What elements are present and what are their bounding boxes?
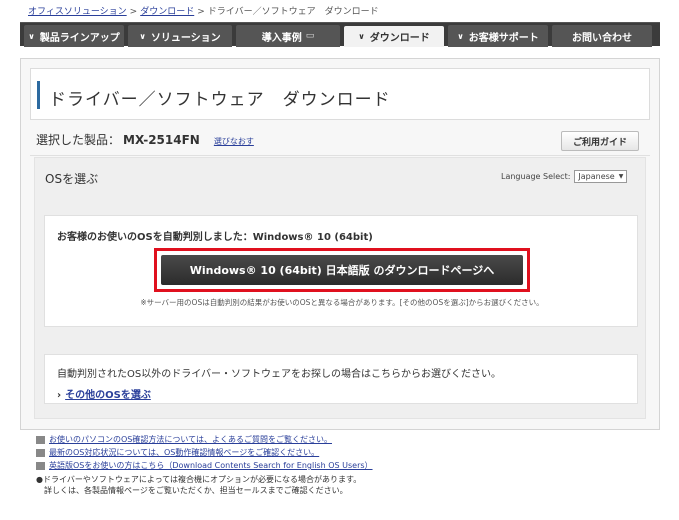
- other-os-box: 自動判別されたOS以外のドライバー・ソフトウェアをお探しの場合はこちらからお選び…: [44, 354, 638, 404]
- tab-products[interactable]: ∨ 製品ラインアップ: [24, 25, 124, 47]
- tab-label: お客様サポート: [468, 32, 539, 44]
- server-os-note: ※サーバー用のOSは自動判別の結果がお使いのOSと異なる場合があります。[その他…: [140, 298, 544, 307]
- reselect-link[interactable]: 選びなおす: [214, 137, 254, 146]
- footnote: ●ドライバーやソフトウェアによっては複合機にオプションが必要になる場合があります…: [36, 474, 361, 496]
- tab-support[interactable]: ∨ お客様サポート: [448, 25, 548, 47]
- breadcrumb-current: ドライバー／ソフトウェア ダウンロード: [207, 7, 379, 17]
- global-nav: ∨ 製品ラインアップ ∨ ソリューション 導入事例 ▭ ∨ ダウンロード ∨ お客様サポー…: [20, 22, 660, 47]
- page-title: ドライバー／ソフトウェア ダウンロード: [49, 90, 391, 110]
- footnote-line: ●ドライバーやソフトウェアによっては複合機にオプションが必要になる場合があります…: [36, 475, 362, 484]
- breadcrumb-link-solutions[interactable]: オフィスソリューション: [28, 7, 127, 17]
- os-panel: OSを選ぶ Language Select: Japanese ▼ お客様のお使い…: [34, 157, 646, 419]
- other-os-link[interactable]: その他のOSを選ぶ: [65, 390, 151, 401]
- chevron-down-icon: ∨: [358, 32, 365, 41]
- other-os-link-row: › その他のOSを選ぶ: [57, 386, 151, 401]
- help-link-row: 英語版OSをお使いの方はこちら（Download Contents Search…: [36, 459, 373, 472]
- external-window-icon: ▭: [305, 31, 315, 41]
- english-os-link[interactable]: 英語版OSをお使いの方はこちら（Download Contents Search…: [49, 460, 373, 471]
- bullet-square-icon: [36, 448, 45, 457]
- language-select-group: Language Select: Japanese ▼: [501, 170, 628, 183]
- download-page-button[interactable]: Windows® 10 (64bit) 日本語版 のダウンロードページへ: [161, 255, 523, 285]
- os-heading: OSを選ぶ: [45, 172, 99, 186]
- detected-os-text: お客様のお使いのOSを自動判別しました：Windows® 10 (64bit): [57, 232, 373, 243]
- tab-label: ダウンロード: [369, 33, 430, 44]
- help-link-row: 最新のOS対応状況については、OS動作確認情報ページをご確認ください。: [36, 446, 373, 459]
- selected-product-label: 選択した製品：: [36, 133, 121, 147]
- tab-label: ソリューション: [150, 32, 221, 44]
- chevron-down-icon: ∨: [28, 31, 35, 41]
- title-box: ドライバー／ソフトウェア ダウンロード: [30, 68, 650, 120]
- dropdown-arrow-icon: ▼: [618, 173, 624, 180]
- breadcrumb-separator: >: [197, 7, 205, 17]
- help-link-row: お使いのパソコンのOS確認方法については、よくあるご質問をご覧ください。: [36, 433, 373, 446]
- user-guide-button[interactable]: ご利用ガイド: [561, 131, 639, 151]
- tab-label: お問い合わせ: [572, 32, 632, 44]
- breadcrumb-separator: >: [129, 7, 138, 17]
- highlight-frame: Windows® 10 (64bit) 日本語版 のダウンロードページへ: [154, 248, 530, 292]
- bullet-square-icon: [36, 461, 45, 470]
- title-accent-bar: [37, 81, 40, 109]
- footnote-line: 詳しくは、各製品情報ページをご覧いただくか、担当セールスまでご確認ください。: [36, 486, 348, 495]
- tab-case-studies[interactable]: 導入事例 ▭: [236, 25, 340, 47]
- language-select-value: Japanese: [578, 172, 615, 181]
- main-content: ドライバー／ソフトウェア ダウンロード 選択した製品： MX-2514FN 選びなお…: [20, 58, 660, 430]
- language-select[interactable]: Japanese ▼: [574, 170, 628, 183]
- selected-product: 選択した製品： MX-2514FN 選びなおす: [36, 131, 254, 148]
- os-check-faq-link[interactable]: お使いのパソコンのOS確認方法については、よくあるご質問をご覧ください。: [49, 434, 332, 445]
- chevron-right-icon: ›: [57, 390, 62, 401]
- divider: [30, 155, 650, 156]
- breadcrumb: オフィスソリューション > ダウンロード > ドライバー／ソフトウェア ダウンロード: [28, 4, 379, 17]
- auto-detect-box: お客様のお使いのOSを自動判別しました：Windows® 10 (64bit) …: [44, 215, 638, 327]
- language-select-label: Language Select:: [501, 172, 571, 181]
- breadcrumb-link-download[interactable]: ダウンロード: [140, 7, 194, 17]
- bullet-square-icon: [36, 435, 45, 444]
- chevron-down-icon: ∨: [457, 31, 464, 41]
- other-os-text: 自動判別されたOS以外のドライバー・ソフトウェアをお探しの場合はこちらからお選び…: [57, 369, 502, 380]
- tab-contact[interactable]: お問い合わせ: [552, 25, 652, 47]
- os-compatibility-link[interactable]: 最新のOS対応状況については、OS動作確認情報ページをご確認ください。: [49, 447, 319, 458]
- help-links: お使いのパソコンのOS確認方法については、よくあるご質問をご覧ください。 最新の…: [36, 433, 373, 472]
- tab-label: 導入事例: [261, 32, 302, 44]
- tab-label: 製品ラインアップ: [39, 32, 120, 44]
- tab-solutions[interactable]: ∨ ソリューション: [128, 25, 232, 47]
- product-model: MX-2514FN: [123, 133, 200, 147]
- chevron-down-icon: ∨: [139, 31, 146, 41]
- tab-download[interactable]: ∨ ダウンロード: [344, 26, 444, 47]
